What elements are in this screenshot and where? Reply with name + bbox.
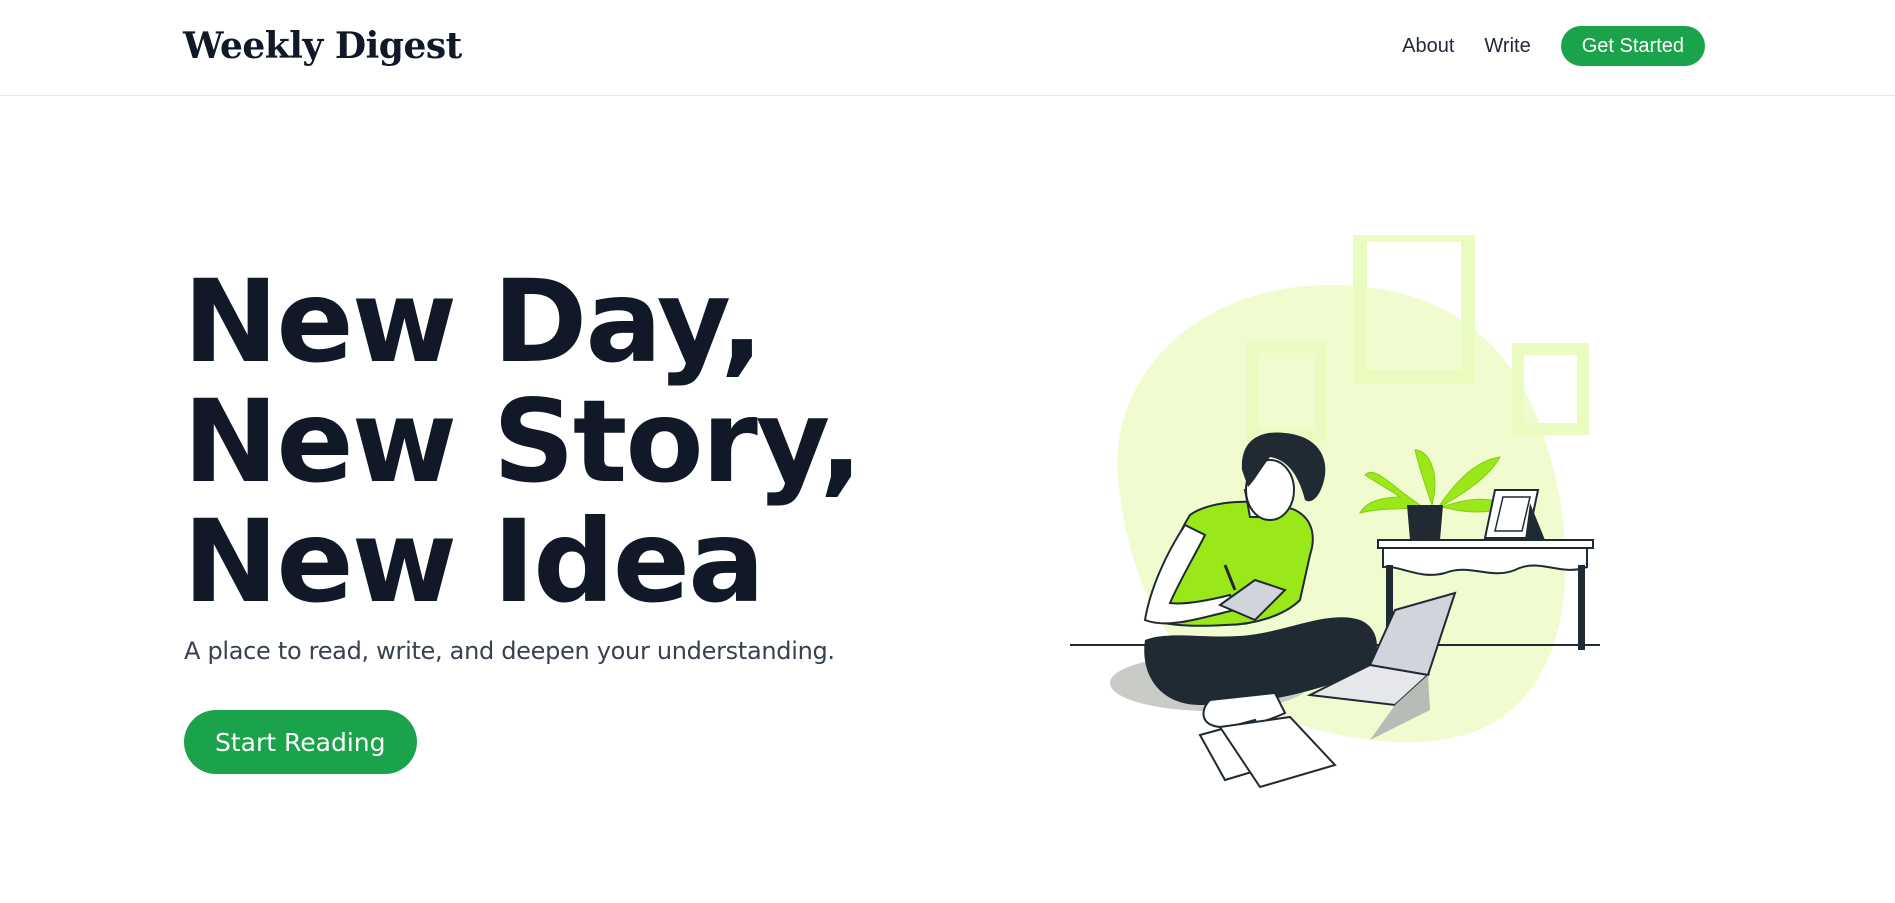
woman-writing-illustration — [1070, 235, 1600, 789]
nav-about-link[interactable]: About — [1402, 35, 1454, 58]
desk-top — [1377, 539, 1594, 549]
plant-pot — [1407, 505, 1443, 540]
nav-write-link[interactable]: Write — [1484, 35, 1530, 58]
desk-leg-right — [1578, 565, 1585, 650]
hero-title-line-2: New Story, — [183, 375, 863, 508]
start-reading-button[interactable]: Start Reading — [184, 710, 417, 774]
get-started-button[interactable]: Get Started — [1560, 26, 1705, 66]
hero-subtitle: A place to read, write, and deepen your … — [184, 637, 835, 665]
nav-links: About Write Get Started — [1402, 26, 1705, 66]
site-logo[interactable]: Weekly Digest — [183, 22, 462, 70]
hero-title: New Day, New Story, New Idea — [183, 255, 863, 628]
top-navbar: Weekly Digest About Write Get Started — [0, 0, 1895, 96]
hero-title-line-3: New Idea — [183, 495, 765, 628]
hero-title-line-1: New Day, — [183, 255, 764, 388]
